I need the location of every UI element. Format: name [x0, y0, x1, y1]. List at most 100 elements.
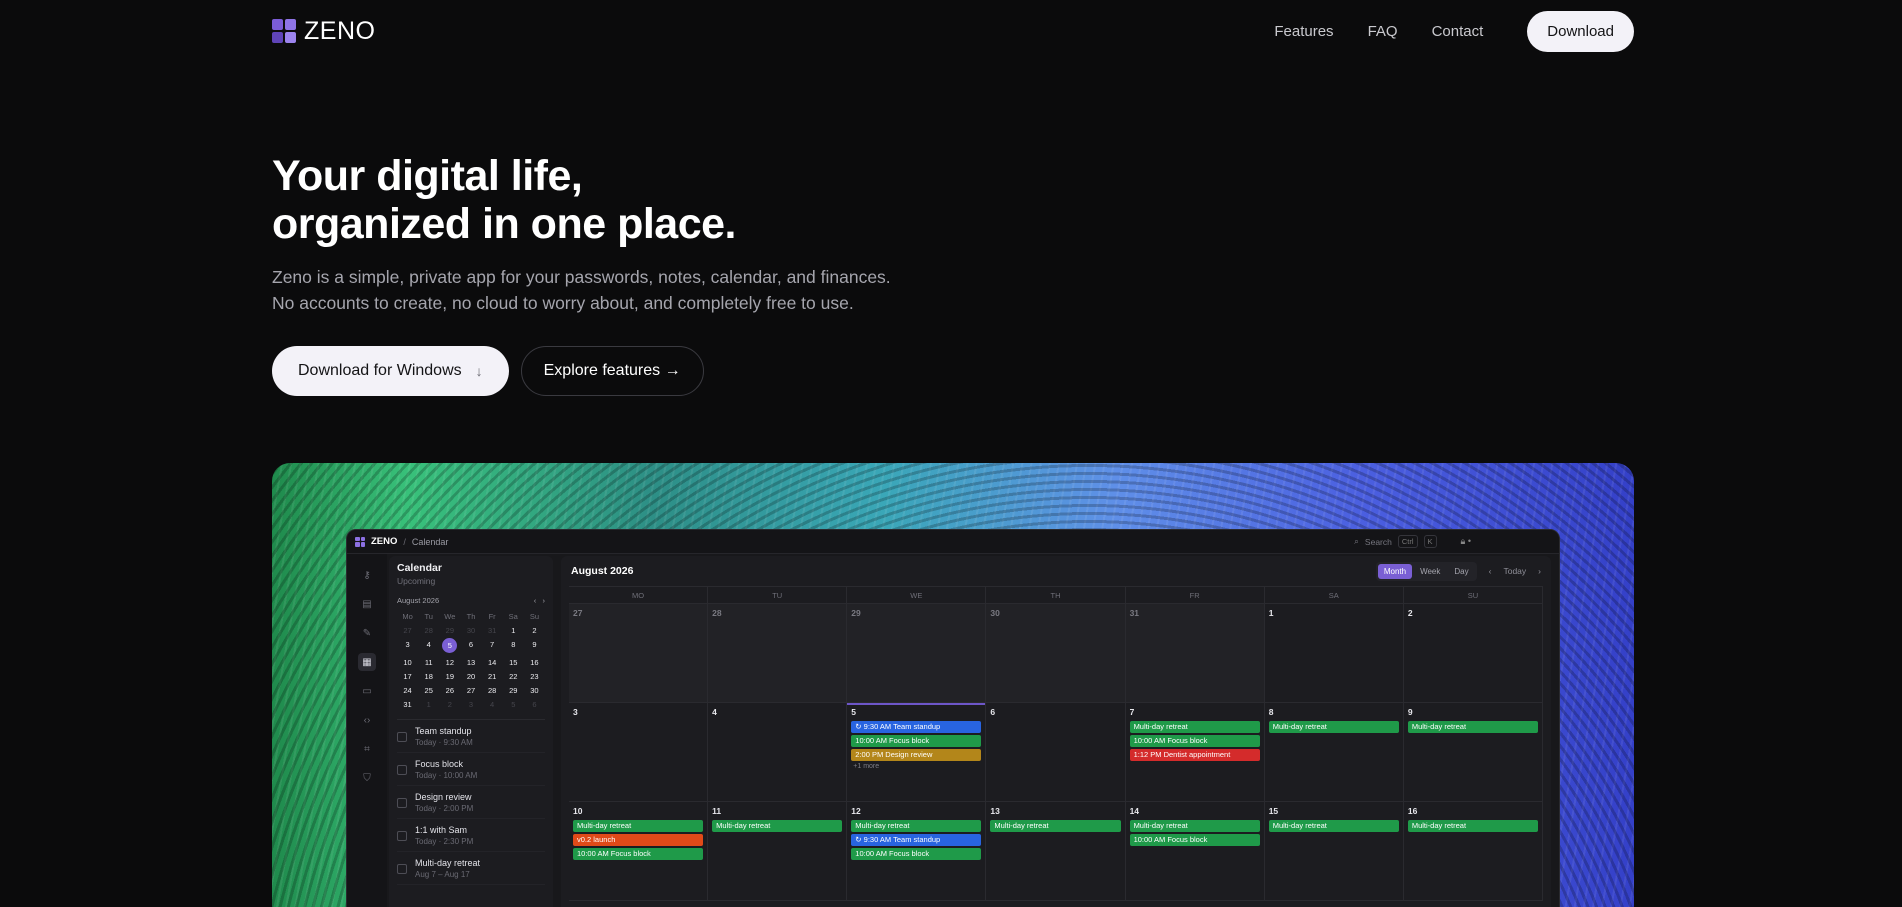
calendar-day-cell[interactable]: 10 Multi-day retreat v0.2 launch 10:00 AM F… — [569, 802, 709, 900]
next-month-icon[interactable]: › — [1538, 566, 1541, 576]
calendar-day-cell[interactable]: 4 — [708, 703, 848, 801]
lock-icon[interactable]: 🔒︎ • — [1461, 536, 1471, 547]
calendar-day-cell[interactable]: 11 Multi-day retreat — [708, 802, 848, 900]
nav-link-faq[interactable]: FAQ — [1368, 23, 1398, 40]
calendar-icon[interactable]: ▦ — [358, 653, 376, 671]
mini-day[interactable]: 12 — [439, 658, 460, 667]
calendar-event[interactable]: Multi-day retreat — [573, 820, 704, 832]
calendar-event[interactable]: 10:00 AM Focus block — [851, 735, 982, 747]
brand-logo[interactable]: ZENO — [272, 17, 375, 46]
mini-day[interactable]: 3 — [460, 700, 481, 709]
mini-day[interactable]: 3 — [397, 640, 418, 653]
nav-download-button[interactable]: Download — [1527, 10, 1634, 52]
calendar-event[interactable]: 10:00 AM Focus block — [1129, 735, 1260, 747]
tag-icon[interactable]: ⌗ — [358, 740, 376, 758]
calendar-day-cell[interactable]: 30 — [986, 604, 1126, 702]
mini-day[interactable]: 5 — [503, 700, 524, 709]
mini-day[interactable]: 10 — [397, 658, 418, 667]
mini-day-today[interactable]: 5 — [442, 638, 458, 653]
calendar-event[interactable]: v0.2 launch — [573, 834, 704, 846]
mini-day[interactable]: 23 — [524, 672, 545, 681]
mini-day[interactable]: 8 — [503, 640, 524, 653]
mini-day[interactable]: 15 — [503, 658, 524, 667]
calendar-event[interactable]: ↻ 9:30 AM Team standup — [851, 834, 982, 846]
calendar-event[interactable]: 10:00 AM Focus block — [1129, 834, 1260, 846]
calendar-day-cell[interactable]: 12 Multi-day retreat ↻ 9:30 AM Team standu… — [847, 802, 987, 900]
mini-day[interactable]: 1 — [503, 626, 524, 635]
calendar-day-cell[interactable]: 16 Multi-day retreat — [1404, 802, 1543, 900]
calendar-event[interactable]: 10:00 AM Focus block — [851, 848, 982, 860]
calendar-event[interactable]: Multi-day retreat — [990, 820, 1121, 832]
mini-day[interactable]: 9 — [524, 640, 545, 653]
mini-day[interactable]: 11 — [418, 658, 439, 667]
mini-day[interactable]: 14 — [482, 658, 503, 667]
more-events-link[interactable]: +1 more — [851, 763, 981, 770]
calendar-day-cell[interactable]: 13 Multi-day retreat — [986, 802, 1126, 900]
mini-day[interactable]: 24 — [397, 686, 418, 695]
code-icon[interactable]: ‹› — [358, 711, 376, 729]
calendar-event[interactable]: Multi-day retreat — [712, 820, 843, 832]
calendar-event[interactable]: Multi-day retreat — [1268, 721, 1399, 733]
view-month-tab[interactable]: Month — [1377, 563, 1413, 579]
mini-day[interactable]: 2 — [439, 700, 460, 709]
calendar-event[interactable]: ↻ 9:30 AM Team standup — [851, 721, 982, 733]
calendar-event[interactable]: Multi-day retreat — [1129, 721, 1260, 733]
calendar-event[interactable]: 2:00 PM Design review — [851, 749, 982, 761]
mini-day[interactable]: 6 — [460, 640, 481, 653]
calendar-day-cell[interactable]: 28 — [708, 604, 848, 702]
mini-day[interactable]: 13 — [460, 658, 481, 667]
view-week-tab[interactable]: Week — [1414, 564, 1446, 579]
calendar-day-cell[interactable]: 7 Multi-day retreat 10:00 AM Focus block 1:… — [1126, 703, 1265, 801]
shield-icon[interactable]: ⛉ — [358, 769, 376, 787]
edit-icon[interactable]: ✎ — [358, 624, 376, 642]
view-day-tab[interactable]: Day — [1448, 564, 1474, 579]
mini-day[interactable]: 4 — [482, 700, 503, 709]
prev-month-icon[interactable]: ‹ — [1489, 566, 1492, 576]
mini-day[interactable]: 26 — [439, 686, 460, 695]
calendar-day-cell[interactable]: 2 — [1404, 604, 1543, 702]
upcoming-item[interactable]: Team standup Today · 9:30 AM — [397, 720, 545, 753]
mini-day[interactable]: 29 — [439, 626, 460, 635]
upcoming-item[interactable]: Multi-day retreat Aug 7 – Aug 17 — [397, 852, 545, 885]
calendar-day-cell[interactable]: 6 — [986, 703, 1126, 801]
calendar-event[interactable]: Multi-day retreat — [1407, 820, 1538, 832]
mini-day[interactable]: 30 — [524, 686, 545, 695]
mini-day[interactable]: 19 — [439, 672, 460, 681]
mini-day[interactable]: 21 — [482, 672, 503, 681]
mini-day[interactable]: 4 — [418, 640, 439, 653]
upcoming-item[interactable]: Design review Today · 2:00 PM — [397, 786, 545, 819]
mini-day[interactable]: 22 — [503, 672, 524, 681]
calendar-day-cell[interactable]: 14 Multi-day retreat 10:00 AM Focus block — [1126, 802, 1265, 900]
app-search[interactable]: ⌕ Search Ctrl K — [1354, 535, 1437, 548]
mini-day[interactable]: 16 — [524, 658, 545, 667]
today-button[interactable]: Today — [1503, 566, 1526, 576]
calendar-day-cell[interactable]: 1 — [1265, 604, 1404, 702]
mini-day[interactable]: 27 — [397, 626, 418, 635]
mini-day[interactable]: 25 — [418, 686, 439, 695]
calendar-event[interactable]: Multi-day retreat — [1129, 820, 1260, 832]
card-icon[interactable]: ▭ — [358, 682, 376, 700]
calendar-day-cell[interactable]: 29 — [847, 604, 987, 702]
nav-link-contact[interactable]: Contact — [1432, 23, 1484, 40]
mini-day[interactable]: 20 — [460, 672, 481, 681]
upcoming-item[interactable]: 1:1 with Sam Today · 2:30 PM — [397, 819, 545, 852]
mini-day[interactable]: 31 — [482, 626, 503, 635]
calendar-day-cell[interactable]: 3 — [569, 703, 709, 801]
mini-next-icon[interactable]: › — [543, 596, 546, 605]
calendar-day-cell[interactable]: 15 Multi-day retreat — [1265, 802, 1404, 900]
upcoming-item[interactable]: Focus block Today · 10:00 AM — [397, 753, 545, 786]
calendar-event[interactable]: Multi-day retreat — [851, 820, 982, 832]
mini-day[interactable]: 28 — [418, 626, 439, 635]
download-windows-button[interactable]: Download for Windows ↓ — [272, 346, 509, 396]
mini-prev-icon[interactable]: ‹ — [534, 596, 537, 605]
calendar-day-cell[interactable]: 9 Multi-day retreat — [1404, 703, 1543, 801]
mini-day[interactable]: 31 — [397, 700, 418, 709]
mini-day[interactable]: 30 — [460, 626, 481, 635]
calendar-event[interactable]: Multi-day retreat — [1268, 820, 1399, 832]
notes-icon[interactable]: ▤ — [358, 595, 376, 613]
explore-features-button[interactable]: Explore features → — [520, 346, 704, 396]
mini-day[interactable]: 2 — [524, 626, 545, 635]
breadcrumb[interactable]: Calendar — [412, 537, 449, 547]
mini-day[interactable]: 1 — [418, 700, 439, 709]
calendar-day-cell[interactable]: 8 Multi-day retreat — [1265, 703, 1404, 801]
